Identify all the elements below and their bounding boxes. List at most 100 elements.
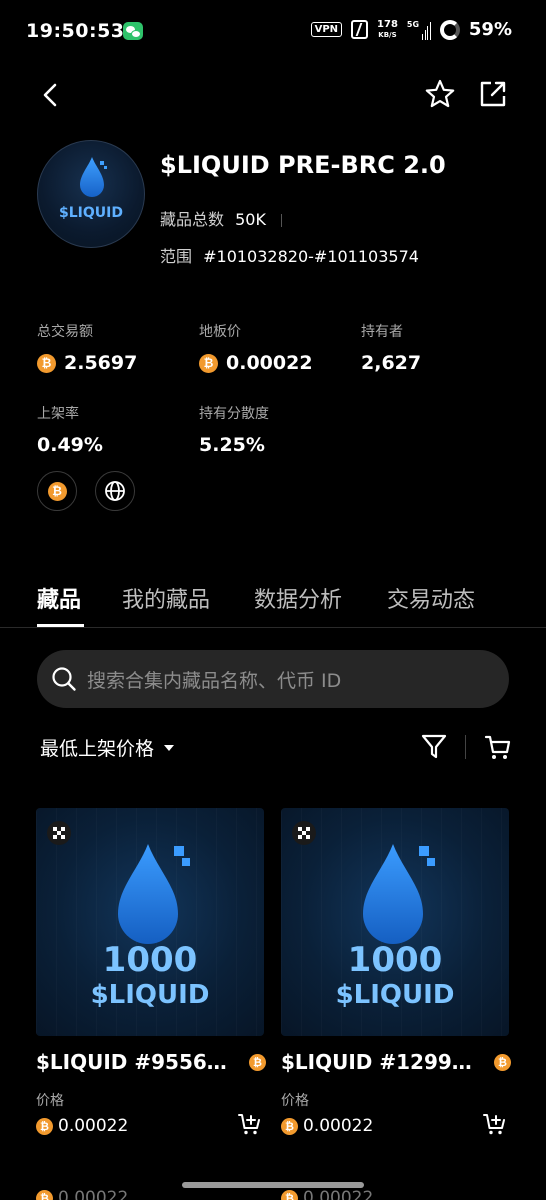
home-indicator[interactable] xyxy=(182,1182,364,1188)
wechat-notification-icon xyxy=(123,22,143,40)
stat-floor-price: 地板价 ₿ 0.00022 xyxy=(199,321,313,374)
battery-level: 59% xyxy=(468,19,512,40)
divider xyxy=(465,735,466,759)
back-button[interactable] xyxy=(36,80,66,110)
stat-value-text: 0.49% xyxy=(37,434,103,456)
tab-analytics[interactable]: 数据分析 xyxy=(254,582,342,614)
globe-icon xyxy=(105,481,125,501)
status-time: 19:50:53 xyxy=(26,20,125,42)
star-icon xyxy=(425,79,455,108)
stat-value-text: 2,627 xyxy=(361,352,422,374)
total-items-line: 藏品总数 50K xyxy=(160,206,283,230)
filter-icon xyxy=(421,734,447,759)
nft-badge-icon xyxy=(47,821,71,845)
stat-value: 2,627 xyxy=(361,352,421,374)
cart-icon xyxy=(484,735,511,759)
stat-value-text: 5.25% xyxy=(199,434,265,456)
stat-label: 上架率 xyxy=(37,406,79,422)
tab-items[interactable]: 藏品 xyxy=(37,582,81,614)
back-arrow-icon xyxy=(43,83,57,107)
total-items-value: 50K xyxy=(235,210,266,229)
nft-image[interactable]: 1000 $LIQUID xyxy=(36,808,264,1036)
stat-value-text: 2.5697 xyxy=(64,352,138,374)
nft-card[interactable]: 1000 $LIQUID $LIQUID #9556 (... ₿ 价格 ₿ 0… xyxy=(36,808,266,1136)
collection-logo: $LIQUID xyxy=(37,140,145,248)
price-label: 价格 xyxy=(36,1093,64,1109)
share-button[interactable] xyxy=(477,78,509,110)
bitcoin-icon: ₿ xyxy=(249,1054,266,1071)
vpn-icon: VPN xyxy=(310,22,343,37)
next-card-price: ₿ 0.00022 xyxy=(36,1188,128,1200)
filter-button[interactable] xyxy=(421,733,447,761)
search-placeholder: 搜索合集内藏品名称、代币 ID xyxy=(87,669,342,692)
stat-label: 总交易额 xyxy=(37,324,93,340)
stat-listed-rate: 上架率 0.49% xyxy=(37,403,103,456)
website-link-button[interactable] xyxy=(95,471,135,511)
network-type: 5G xyxy=(406,19,420,29)
nft-price: 0.00022 xyxy=(58,1188,129,1200)
stat-label: 持有者 xyxy=(361,324,403,340)
stat-value-text: 0.00022 xyxy=(226,352,313,374)
nft-name: $LIQUID #12994... xyxy=(281,1050,477,1074)
search-icon xyxy=(52,667,76,691)
tab-bar: 藏品 我的藏品 数据分析 交易动态 xyxy=(0,578,546,628)
nft-amount: 1000 xyxy=(347,940,443,980)
tab-my-items[interactable]: 我的藏品 xyxy=(122,582,210,614)
active-tab-indicator xyxy=(37,624,84,627)
search-input[interactable]: 搜索合集内藏品名称、代币 ID xyxy=(37,650,509,708)
add-to-cart-icon[interactable] xyxy=(483,1112,507,1136)
stat-holder-distribution: 持有分散度 5.25% xyxy=(199,403,269,456)
nft-name: $LIQUID #9556 (... xyxy=(36,1050,232,1074)
nft-amount: 1000 xyxy=(102,940,198,980)
stat-holders: 持有者 2,627 xyxy=(361,321,421,374)
favorite-button[interactable] xyxy=(424,78,456,110)
bitcoin-icon: ₿ xyxy=(47,481,67,501)
stat-label: 地板价 xyxy=(199,324,241,340)
nft-ticker: $LIQUID xyxy=(90,980,210,1010)
status-indicators: VPN 178 KB/S 5G 59% xyxy=(310,18,512,40)
stat-label: 持有分散度 xyxy=(199,406,269,422)
price-row: ₿ 0.00022 xyxy=(281,1114,511,1136)
battery-icon xyxy=(439,19,460,40)
price-label: 价格 xyxy=(281,1093,309,1109)
bitcoin-icon: ₿ xyxy=(199,353,218,373)
nft-card[interactable]: 1000 $LIQUID $LIQUID #12994... ₿ 价格 ₿ 0.… xyxy=(281,808,511,1136)
nfc-icon xyxy=(351,20,369,39)
bitcoin-icon: ₿ xyxy=(37,353,56,373)
divider xyxy=(281,214,283,227)
stat-value: 5.25% xyxy=(199,434,269,456)
nft-badge-icon xyxy=(292,821,316,845)
liquid-drop-icon xyxy=(80,157,107,197)
cart-button[interactable] xyxy=(484,733,512,761)
network-speed-unit: KB/S xyxy=(378,30,397,39)
price-row: ₿ 0.00022 xyxy=(36,1114,266,1136)
total-items-label: 藏品总数 xyxy=(160,210,225,229)
stat-value: ₿ 0.00022 xyxy=(199,352,313,374)
nft-price: 0.00022 xyxy=(303,1116,374,1136)
status-bar: 19:50:53 VPN 178 KB/S 5G 59% xyxy=(0,0,546,64)
signal-5g-icon: 5G xyxy=(407,20,431,40)
collection-logo-text: $LIQUID xyxy=(59,205,123,221)
stat-value: 0.49% xyxy=(37,434,103,456)
network-speed: 178 KB/S xyxy=(377,18,398,40)
nft-name-row: $LIQUID #12994... ₿ xyxy=(281,1050,511,1078)
bitcoin-link-button[interactable]: ₿ xyxy=(37,471,77,511)
bitcoin-icon: ₿ xyxy=(36,1117,53,1135)
bitcoin-icon: ₿ xyxy=(36,1189,53,1200)
sort-dropdown[interactable]: 最低上架价格 xyxy=(40,734,175,761)
network-speed-value: 178 xyxy=(377,18,398,30)
nft-price: 0.00022 xyxy=(58,1116,129,1136)
next-card-price: ₿ 0.00022 xyxy=(281,1188,373,1200)
share-icon xyxy=(480,81,506,107)
add-to-cart-icon[interactable] xyxy=(238,1112,262,1136)
stat-value: ₿ 2.5697 xyxy=(37,352,137,374)
liquid-drop-icon xyxy=(118,844,190,944)
nft-image[interactable]: 1000 $LIQUID xyxy=(281,808,509,1036)
tab-activity[interactable]: 交易动态 xyxy=(387,582,475,614)
nft-price: 0.00022 xyxy=(303,1188,374,1200)
range-line: 范围 #101032820-#101103574 xyxy=(160,243,419,267)
liquid-drop-icon xyxy=(363,844,435,944)
bitcoin-icon: ₿ xyxy=(281,1189,298,1200)
range-value: #101032820-#101103574 xyxy=(203,247,419,266)
collection-title: $LIQUID PRE-BRC 2.0 xyxy=(160,151,446,179)
